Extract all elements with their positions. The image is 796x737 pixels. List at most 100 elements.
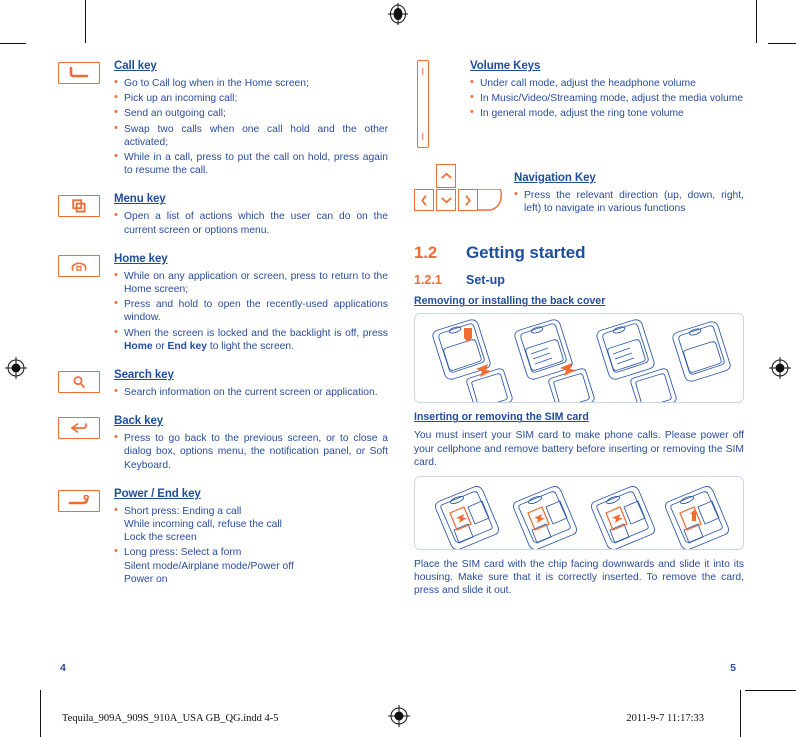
subheading-back-cover: Removing or installing the back cover [414, 295, 606, 308]
list-item: Open a list of actions which the user ca… [114, 209, 388, 236]
nav-right-icon [458, 189, 478, 211]
sim-card-steps-figure [414, 476, 744, 551]
key-bullet-list: Press to go back to the previous screen,… [114, 431, 388, 472]
bullet-text-prefix: When the screen is locked and the backli… [124, 327, 388, 339]
key-title: Home key [114, 252, 168, 265]
volume-tick-up [422, 68, 424, 75]
list-item: Short press: Ending a call While incomin… [114, 504, 388, 545]
subheading-sim-card: Inserting or removing the SIM card [414, 411, 589, 424]
list-item: Swap two calls when one call hold and th… [114, 122, 388, 149]
key-icon-cell [58, 369, 114, 394]
subsection-title: Set-up [466, 273, 505, 288]
page-number-right: 5 [730, 662, 736, 674]
list-item: Under call mode, adjust the headphone vo… [470, 76, 744, 90]
key-icon-cell [58, 488, 114, 512]
list-item: When the screen is locked and the backli… [114, 326, 388, 353]
bullet-subline: Power on [124, 573, 168, 585]
bullet-subline: While incoming call, refuse the call [124, 519, 282, 531]
list-item: Press and hold to open the recently-used… [114, 297, 388, 324]
key-entry-call: Call key Go to Call log when in the Home… [58, 60, 388, 179]
list-item: Search information on the current screen… [114, 385, 388, 399]
key-entry-navigation: Navigation Key Press the relevant direct… [414, 164, 744, 217]
bullet-bold-end-key: End key [167, 340, 208, 352]
key-body: Home key While on any application or scr… [114, 253, 388, 355]
subsection-number: 1.2.1 [414, 273, 442, 288]
nav-up-icon [436, 164, 456, 188]
power-end-key-icon [58, 489, 100, 512]
key-body: Volume Keys Under call mode, adjust the … [470, 60, 744, 123]
list-item: In general mode, adjust the ring tone vo… [470, 106, 744, 120]
key-body: Navigation Key Press the relevant direct… [514, 164, 744, 217]
key-title: Power / End key [114, 487, 201, 500]
right-page-column: Volume Keys Under call mode, adjust the … [414, 60, 744, 605]
key-title: Navigation Key [514, 172, 596, 184]
list-item: Press to go back to the previous screen,… [114, 431, 388, 472]
key-bullet-list: Under call mode, adjust the headphone vo… [470, 76, 744, 121]
left-page-column: Call key Go to Call log when in the Home… [58, 60, 388, 602]
key-entry-power-end: Power / End key Short press: Ending a ca… [58, 488, 388, 588]
list-item: Send an outgoing call; [114, 106, 388, 120]
list-item: Pick up an incoming call; [114, 91, 388, 105]
list-item: Go to Call log when in the Home screen; [114, 76, 388, 90]
footer-filename: Tequila_909A_909S_910A_USA GB_QG.indd 4-… [62, 713, 279, 724]
home-key-icon [58, 254, 100, 277]
bullet-subline: Silent mode/Airplane mode/Power off [124, 560, 294, 572]
key-title: Call key [114, 60, 157, 72]
key-body: Menu key Open a list of actions which th… [114, 193, 388, 238]
bullet-text-middle: or [152, 340, 168, 352]
page-title: Getting started [466, 243, 586, 263]
sim-card-paragraph-after: Place the SIM card with the chip facing … [414, 559, 744, 597]
manual-page-spread: Call key Go to Call log when in the Home… [0, 0, 796, 737]
key-title: Back key [114, 415, 164, 428]
key-title: Search key [114, 369, 174, 382]
key-bullet-list: While on any application or screen, pres… [114, 269, 388, 353]
list-item: Long press: Select a form Silent mode/Ai… [114, 545, 388, 586]
section-heading-setup: 1.2.1 Set-up [414, 273, 744, 287]
key-bullet-list: Press the relevant direction (up, down, … [514, 188, 744, 215]
key-body: Power / End key Short press: Ending a ca… [114, 488, 388, 588]
nav-left-icon [414, 189, 434, 211]
volume-tick-down [422, 133, 424, 140]
key-entry-search: Search key Search information on the cur… [58, 369, 388, 401]
bullet-text-suffix: to light the screen. [207, 340, 295, 352]
section-heading-getting-started: 1.2 Getting started [414, 243, 744, 263]
section-number: 1.2 [414, 243, 438, 263]
key-bullet-list: Search information on the current screen… [114, 385, 388, 399]
bullet-bold-home: Home [124, 340, 153, 352]
footer-timestamp: 2011-9-7 11:17:33 [626, 713, 704, 724]
key-icon-cell [58, 193, 114, 218]
key-icon-cell [414, 60, 470, 148]
key-entry-back: Back key Press to go back to the previou… [58, 415, 388, 474]
key-title: Menu key [114, 193, 166, 206]
list-item: While on any application or screen, pres… [114, 269, 388, 296]
sim-card-paragraph-before: You must insert your SIM card to make ph… [414, 430, 744, 468]
key-entry-home: Home key While on any application or scr… [58, 253, 388, 355]
key-entry-menu: Menu key Open a list of actions which th… [58, 193, 388, 238]
list-item: While in a call, press to put the call o… [114, 150, 388, 177]
page-number-left: 4 [60, 662, 66, 674]
key-body: Search key Search information on the cur… [114, 369, 388, 401]
key-bullet-list: Open a list of actions which the user ca… [114, 209, 388, 236]
key-body: Back key Press to go back to the previou… [114, 415, 388, 474]
list-item: Press the relevant direction (up, down, … [514, 188, 744, 215]
menu-key-icon [58, 195, 100, 218]
key-icon-cell [58, 415, 114, 440]
nav-cluster-tail-shape [476, 188, 503, 211]
bullet-lead: Long press: Select a form [124, 547, 242, 559]
call-key-icon [58, 62, 100, 84]
back-key-icon [58, 417, 100, 440]
key-bullet-list: Short press: Ending a call While incomin… [114, 504, 388, 586]
key-icon-cell [58, 253, 114, 277]
key-icon-cell [58, 60, 114, 84]
key-title: Volume Keys [470, 60, 541, 72]
bullet-lead: Short press: Ending a call [124, 505, 242, 517]
key-body: Call key Go to Call log when in the Home… [114, 60, 388, 179]
key-entry-volume: Volume Keys Under call mode, adjust the … [414, 60, 744, 148]
bullet-subline: Lock the screen [124, 532, 197, 544]
back-cover-steps-figure [414, 313, 744, 404]
list-item: In Music/Video/Streaming mode, adjust th… [470, 91, 744, 105]
search-key-icon [58, 371, 100, 394]
navigation-key-icon [414, 164, 514, 214]
key-bullet-list: Go to Call log when in the Home screen; … [114, 76, 388, 177]
volume-key-icon [417, 60, 429, 148]
